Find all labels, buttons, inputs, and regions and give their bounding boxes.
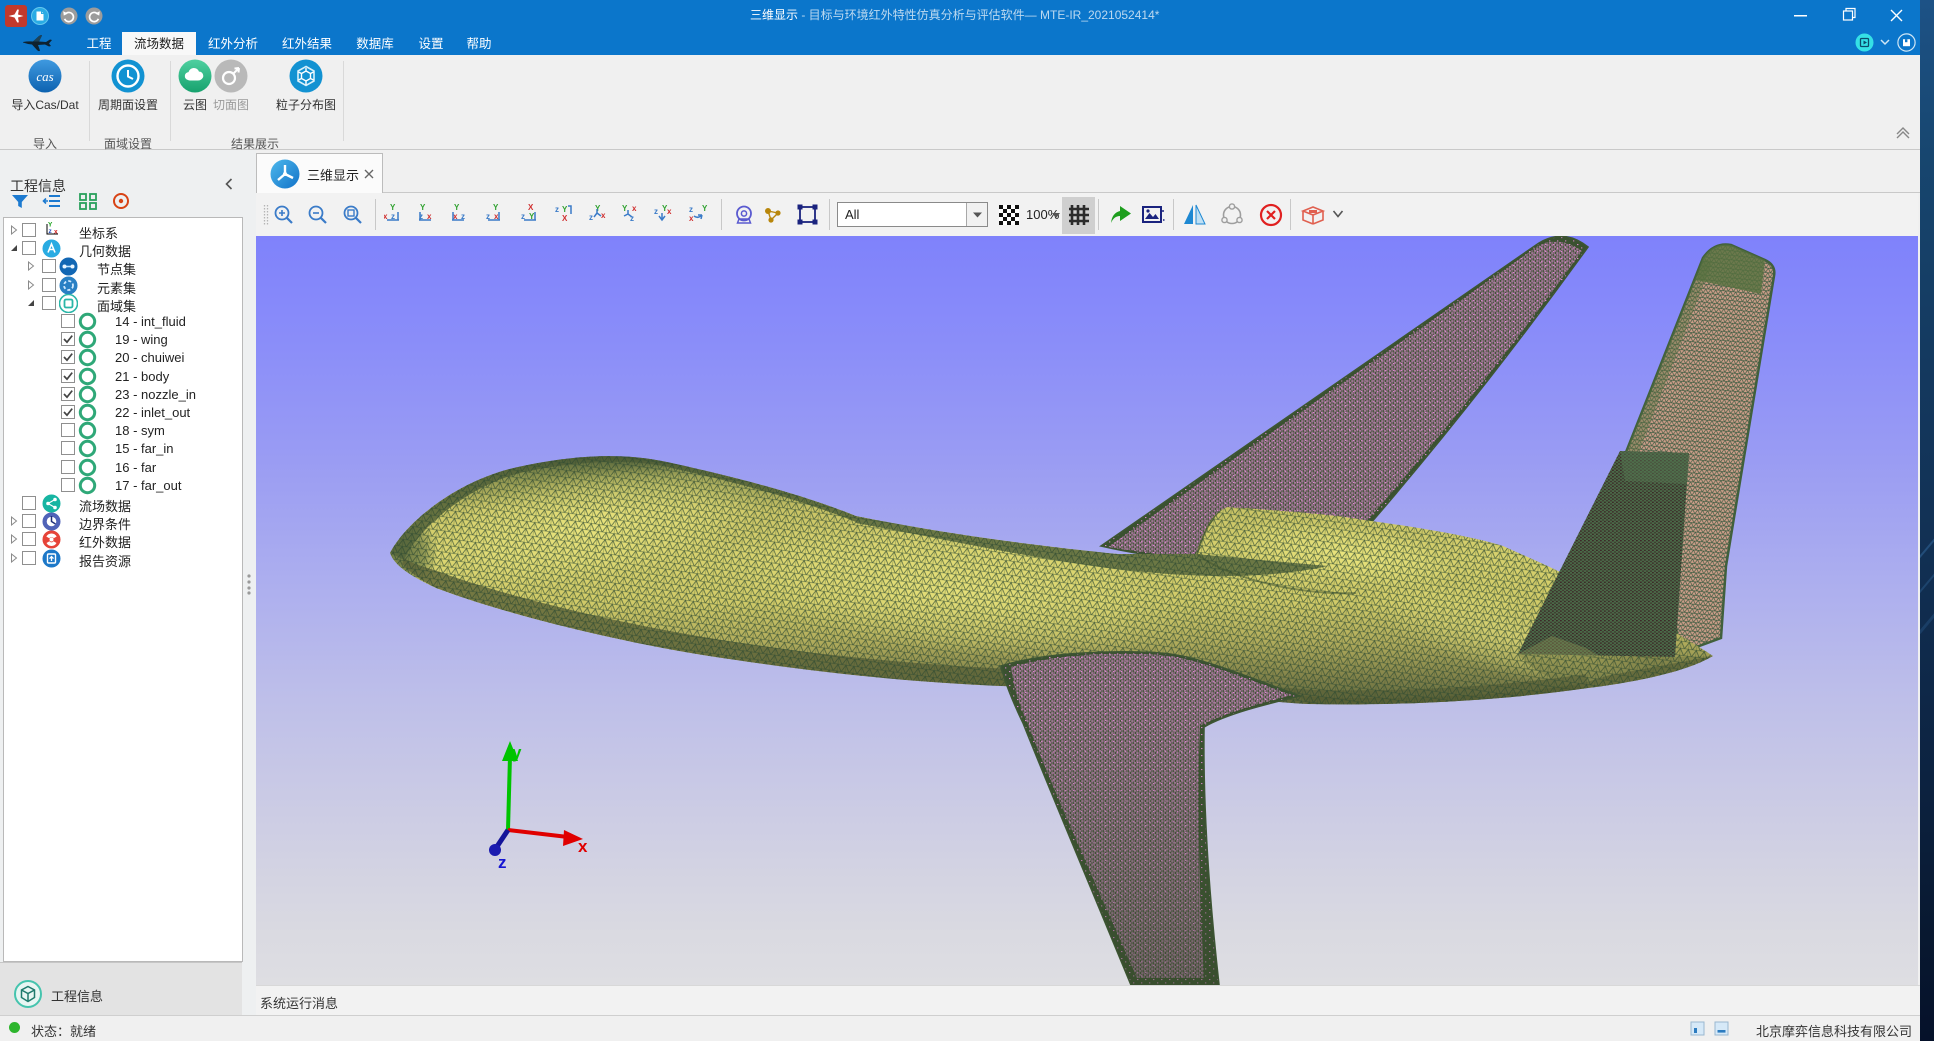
svg-text:y: y xyxy=(512,743,522,762)
svg-text:z: z xyxy=(689,205,693,214)
svg-text:x: x xyxy=(54,229,58,236)
svg-text:z: z xyxy=(555,205,559,214)
svg-text:X: X xyxy=(562,214,568,223)
svg-text:x: x xyxy=(632,204,637,213)
svg-text:z: z xyxy=(654,207,658,216)
svg-text:cas: cas xyxy=(36,69,53,84)
svg-text:x: x xyxy=(601,211,606,220)
svg-text:X: X xyxy=(528,204,534,212)
svg-text:z: z xyxy=(589,213,593,222)
svg-text:x: x xyxy=(667,207,672,216)
svg-text:x: x xyxy=(689,214,694,223)
svg-text:Y: Y xyxy=(622,204,628,213)
svg-text:Y: Y xyxy=(420,204,426,212)
svg-text:Y: Y xyxy=(493,204,499,212)
svg-text:Y: Y xyxy=(390,204,396,212)
svg-text:Y: Y xyxy=(702,204,708,213)
svg-text:Y: Y xyxy=(454,204,460,212)
svg-text:z: z xyxy=(498,853,507,872)
svg-text:x: x xyxy=(578,837,588,856)
svg-text:Y: Y xyxy=(562,205,568,214)
